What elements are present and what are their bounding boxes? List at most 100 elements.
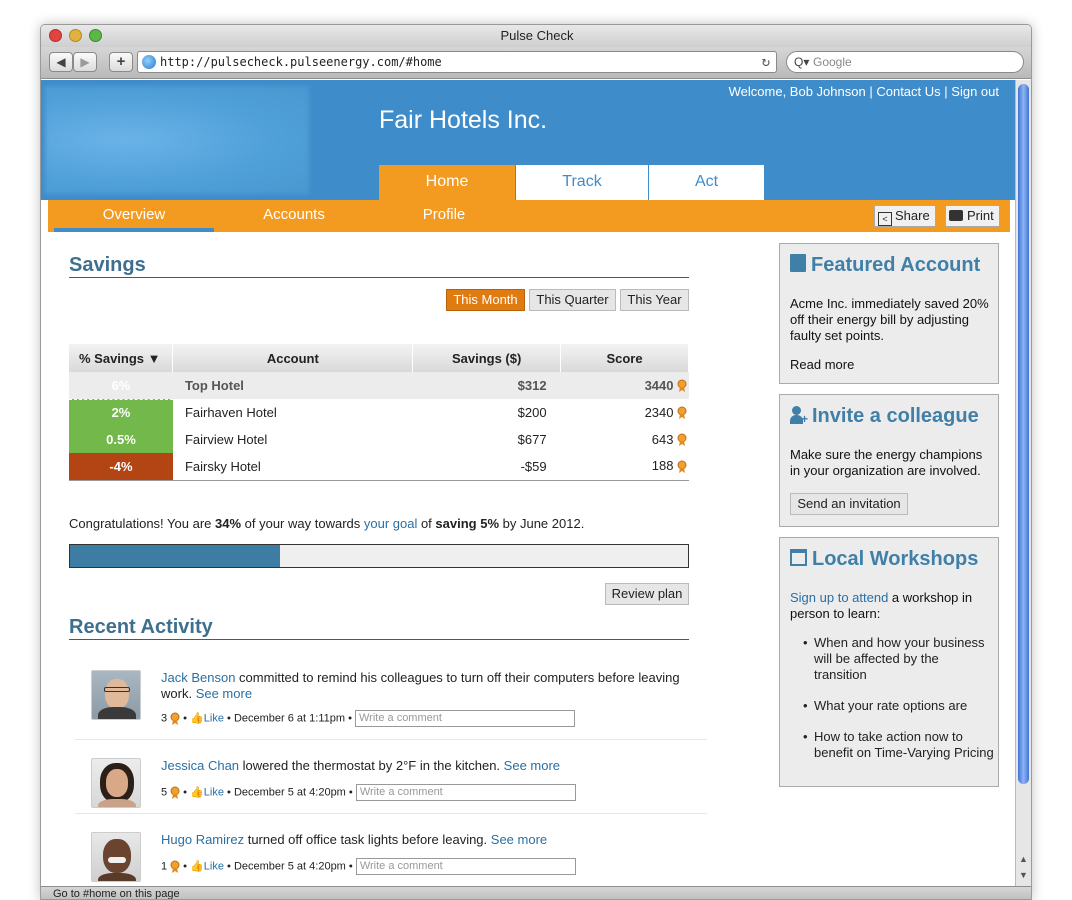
local-workshops-title: Local Workshops (790, 548, 978, 571)
see-more-link[interactable]: See more (491, 832, 547, 847)
url-field[interactable]: http://pulsecheck.pulseenergy.com/#home … (137, 51, 777, 73)
add-user-icon: + (790, 406, 808, 425)
local-workshops-panel: Local Workshops Sign up to attend a work… (779, 537, 999, 787)
zoom-window-button[interactable] (89, 29, 102, 42)
reload-icon[interactable]: ↻ (762, 52, 770, 72)
period-this-quarter[interactable]: This Quarter (529, 289, 616, 311)
progress-fill (70, 545, 281, 567)
account-cell: Fairhaven Hotel (184, 405, 277, 420)
search-field[interactable]: Q▾ Google (786, 51, 1024, 73)
col-score[interactable]: Score (560, 344, 689, 372)
col-account[interactable]: Account (172, 344, 414, 372)
url-text: http://pulsecheck.pulseenergy.com/#home (160, 55, 442, 69)
activity-date: December 5 at 4:20pm (233, 860, 346, 873)
subtab-overview[interactable]: Overview (54, 200, 214, 232)
comment-input[interactable]: Write a comment (355, 784, 576, 801)
print-button[interactable]: Print (945, 205, 1000, 227)
see-more-link[interactable]: See more (504, 758, 560, 773)
avatar[interactable] (91, 758, 141, 808)
goal-text: by June 2012. (499, 516, 585, 531)
col-savings[interactable]: Savings ($) (412, 344, 562, 372)
subtab-accounts[interactable]: Accounts (214, 200, 374, 232)
sign-up-link[interactable]: Sign up to attend (790, 590, 888, 605)
medal-icon (170, 786, 180, 799)
scroll-up-icon[interactable]: ▲ (1019, 854, 1028, 864)
share-button[interactable]: < Share (874, 205, 936, 227)
goal-text: of (417, 516, 436, 531)
like-button[interactable]: 👍Like (190, 860, 224, 872)
table-row[interactable]: 2% Fairhaven Hotel $200 2340 (69, 399, 689, 426)
activity-date: December 5 at 4:20pm (233, 786, 346, 799)
user-link[interactable]: Hugo Ramirez (161, 832, 244, 847)
activity-text: Jessica Chan lowered the thermostat by 2… (161, 758, 701, 774)
tab-act[interactable]: Act (649, 165, 764, 200)
avatar[interactable] (91, 670, 141, 720)
vertical-scrollbar[interactable]: ▲ ▼ (1015, 80, 1031, 886)
activity-text: Hugo Ramirez turned off office task ligh… (161, 832, 701, 848)
divider (69, 639, 689, 640)
score-value: 643 (651, 431, 674, 447)
like-button[interactable]: 👍Like (190, 786, 224, 798)
account-cell: Fairview Hotel (184, 432, 268, 447)
browser-toolbar: ◀ ▶ + http://pulsecheck.pulseenergy.com/… (41, 47, 1031, 79)
score-value: 3440 (644, 377, 674, 393)
back-button[interactable]: ◀ (49, 52, 73, 72)
period-this-year[interactable]: This Year (620, 289, 689, 311)
goal-saving: saving 5% (435, 516, 500, 531)
send-invitation-button[interactable]: Send an invitation (790, 493, 908, 515)
close-window-button[interactable] (49, 29, 62, 42)
company-name: Fair Hotels Inc. (379, 106, 548, 134)
account-cell: Top Hotel (172, 372, 413, 399)
savings-cell: -$59 (520, 458, 547, 474)
goal-link[interactable]: your goal (364, 516, 417, 531)
thumbs-up-icon: 👍 (190, 860, 204, 873)
savings-cell: $312 (412, 372, 561, 399)
avatar[interactable] (91, 832, 141, 882)
building-icon (790, 254, 806, 272)
activity-text: Jack Benson committed to remind his coll… (161, 670, 701, 702)
signout-link[interactable]: Sign out (951, 84, 999, 99)
savings-cell: $200 (517, 405, 547, 420)
contact-link[interactable]: Contact Us (876, 84, 940, 99)
comment-input[interactable]: Write a comment (355, 710, 575, 727)
table-row[interactable]: 0.5% Fairview Hotel $677 643 (69, 426, 689, 453)
account-cell: Fairsky Hotel (184, 458, 261, 474)
medal-count: 1 (161, 860, 168, 873)
sub-navigation: Overview Accounts Profile < Share Print (48, 200, 1010, 232)
medal-icon (677, 433, 686, 447)
read-more-link[interactable]: Read more (790, 357, 990, 373)
scroll-down-icon[interactable]: ▼ (1019, 870, 1028, 880)
minimize-window-button[interactable] (69, 29, 82, 42)
user-link[interactable]: Jessica Chan (161, 758, 239, 773)
savings-heading: Savings (69, 254, 146, 276)
workshops-intro: Sign up to attend a workshop in person t… (790, 590, 990, 622)
globe-icon (142, 55, 156, 69)
forward-button[interactable]: ▶ (73, 52, 97, 72)
user-link[interactable]: Jack Benson (161, 670, 235, 685)
table-row[interactable]: -4% Fairsky Hotel -$59 188 (69, 453, 689, 480)
invite-colleague-panel: + Invite a colleague Make sure the energy… (779, 394, 999, 527)
like-button[interactable]: 👍Like (190, 712, 224, 724)
add-bookmark-button[interactable]: + (109, 52, 133, 72)
tab-track[interactable]: Track (516, 165, 648, 200)
medal-icon (170, 860, 180, 873)
goal-percent: 34% (215, 516, 242, 531)
comment-input[interactable]: Write a comment (355, 858, 576, 875)
featured-account-panel: Featured Account Acme Inc. immediately s… (779, 243, 999, 384)
goal-message: Congratulations! You are 34% of your way… (69, 516, 584, 531)
status-bar: Go to #home on this page (41, 886, 1031, 899)
pct-cell: 2% (69, 399, 173, 426)
user-links: Welcome, Bob Johnson | Contact Us | Sign… (729, 84, 999, 99)
calendar-icon (790, 549, 807, 566)
welcome-link[interactable]: Welcome, Bob Johnson (729, 84, 866, 99)
subtab-profile[interactable]: Profile (374, 200, 514, 232)
tab-home[interactable]: Home (379, 165, 515, 200)
col-pct-savings[interactable]: % Savings ▼ (69, 344, 174, 372)
review-plan-button[interactable]: Review plan (605, 583, 689, 605)
table-row[interactable]: 6% Top Hotel $312 3440 (69, 372, 689, 400)
scrollbar-thumb[interactable] (1018, 84, 1029, 784)
print-label: Print (967, 208, 994, 223)
see-more-link[interactable]: See more (196, 686, 252, 701)
period-this-month[interactable]: This Month (446, 289, 525, 311)
pct-cell: 6% (69, 372, 173, 400)
